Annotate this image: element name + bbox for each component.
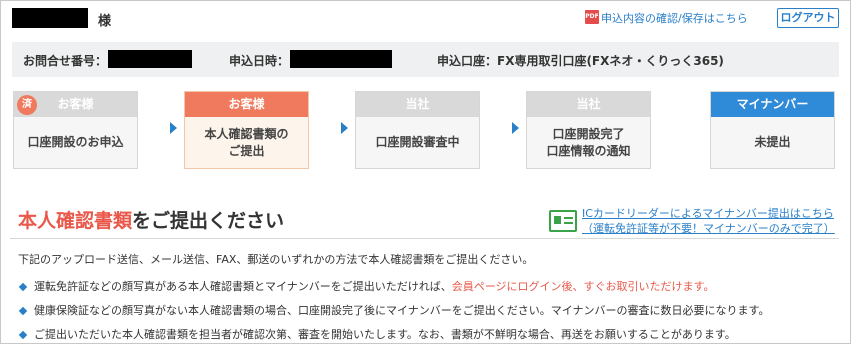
pdf-icon: PDF [585, 10, 599, 24]
bullet-highlight-text: 会員ページにログイン後、すぐお取引いただけます。 [451, 280, 715, 293]
ic-line-shape [564, 217, 573, 219]
bullet-item: 健康保険証などの顔写真がない本人確認書類の場合、口座開設完了後にマイナンバーをご… [18, 302, 769, 318]
step-review: 当社 口座開設審査中 [355, 91, 480, 169]
bullet-diamond-icon [18, 306, 28, 315]
step-body-text: 本人確認書類の ご提出 [204, 126, 289, 158]
intro-text: 下記のアップロード送信、メール送信、FAX、郵送のいずれかの方法で本人確認書類を… [18, 253, 534, 266]
confirm-save-link[interactable]: 申込内容の確認/保存はこちら [601, 10, 748, 26]
completed-badge: 済 [17, 95, 37, 115]
bullet-text: ご提出いただいた本人確認書類を担当者が確認次第、審査を開始いたします。なお、書類… [34, 328, 736, 341]
ic-line-shape [564, 222, 573, 224]
redacted-inquiry-number [108, 50, 192, 68]
step-application: お客様 口座開設のお申込 済 [13, 91, 138, 169]
step-body: 未提出 [754, 135, 791, 149]
step-arrow-icon [341, 122, 348, 134]
section-title-rest: をご提出ください [132, 210, 285, 232]
step-head: マイナンバー [711, 92, 834, 117]
account-type-label: 申込口座：FX専用取引口座(FXネオ・くりっく365) [437, 54, 724, 68]
bullet-item: 運転免許証などの顔写真がある本人確認書類とマイナンバーをご提出いただければ、会員… [18, 278, 714, 294]
bullet-diamond-icon [18, 282, 28, 291]
step-body: 本人確認書類の ご提出 [185, 117, 308, 168]
section-title: 本人確認書類をご提出ください [18, 206, 284, 233]
section-title-accent: 本人確認書類 [18, 210, 133, 232]
step-head: お客様 [185, 92, 308, 117]
step-body-text: 口座開設完了 口座情報の通知 [546, 126, 631, 158]
step-body: 口座開設のお申込 [27, 135, 124, 149]
ic-card-reader-sublink[interactable]: （運転免許証等が不要！マイナンバーのみで完了） [582, 222, 835, 236]
step-head: 当社 [356, 92, 479, 117]
inquiry-number-label: お問合せ番号： [23, 54, 108, 68]
bullet-text: 健康保険証などの顔写真がない本人確認書類の場合、口座開設完了後にマイナンバーをご… [34, 304, 770, 317]
ic-card-reader-link[interactable]: ICカードリーダーによるマイナンバー提出はこちら [582, 207, 834, 221]
step-account-opened: 当社 口座開設完了 口座情報の通知 [526, 91, 651, 169]
redacted-user-name [12, 8, 88, 28]
step-document-submission: お客様 本人確認書類の ご提出 [184, 91, 309, 169]
user-name-suffix: 様 [98, 14, 112, 29]
ic-card-icon [549, 210, 577, 232]
bullet-item: ご提出いただいた本人確認書類を担当者が確認次第、審査を開始いたします。なお、書類… [18, 326, 736, 342]
redacted-application-date [290, 50, 392, 68]
step-my-number: マイナンバー 未提出 [710, 91, 835, 169]
bullet-diamond-icon [18, 330, 28, 339]
bullet-text: 運転免許証などの顔写真がある本人確認書類とマイナンバーをご提出いただければ、 [34, 280, 452, 293]
step-arrow-icon [170, 122, 177, 134]
step-body: 口座開設審査中 [375, 135, 460, 149]
ic-chip-shape [554, 216, 561, 224]
section-divider [10, 238, 839, 239]
step-head: 当社 [527, 92, 650, 117]
application-info-bar: お問合せ番号： 申込日時： 申込口座：FX専用取引口座(FXネオ・くりっく365… [12, 42, 839, 77]
step-body: 口座開設完了 口座情報の通知 [527, 117, 650, 168]
application-date-label: 申込日時： [229, 54, 290, 68]
logout-button[interactable]: ログアウト [777, 8, 839, 28]
step-arrow-icon [512, 122, 519, 134]
